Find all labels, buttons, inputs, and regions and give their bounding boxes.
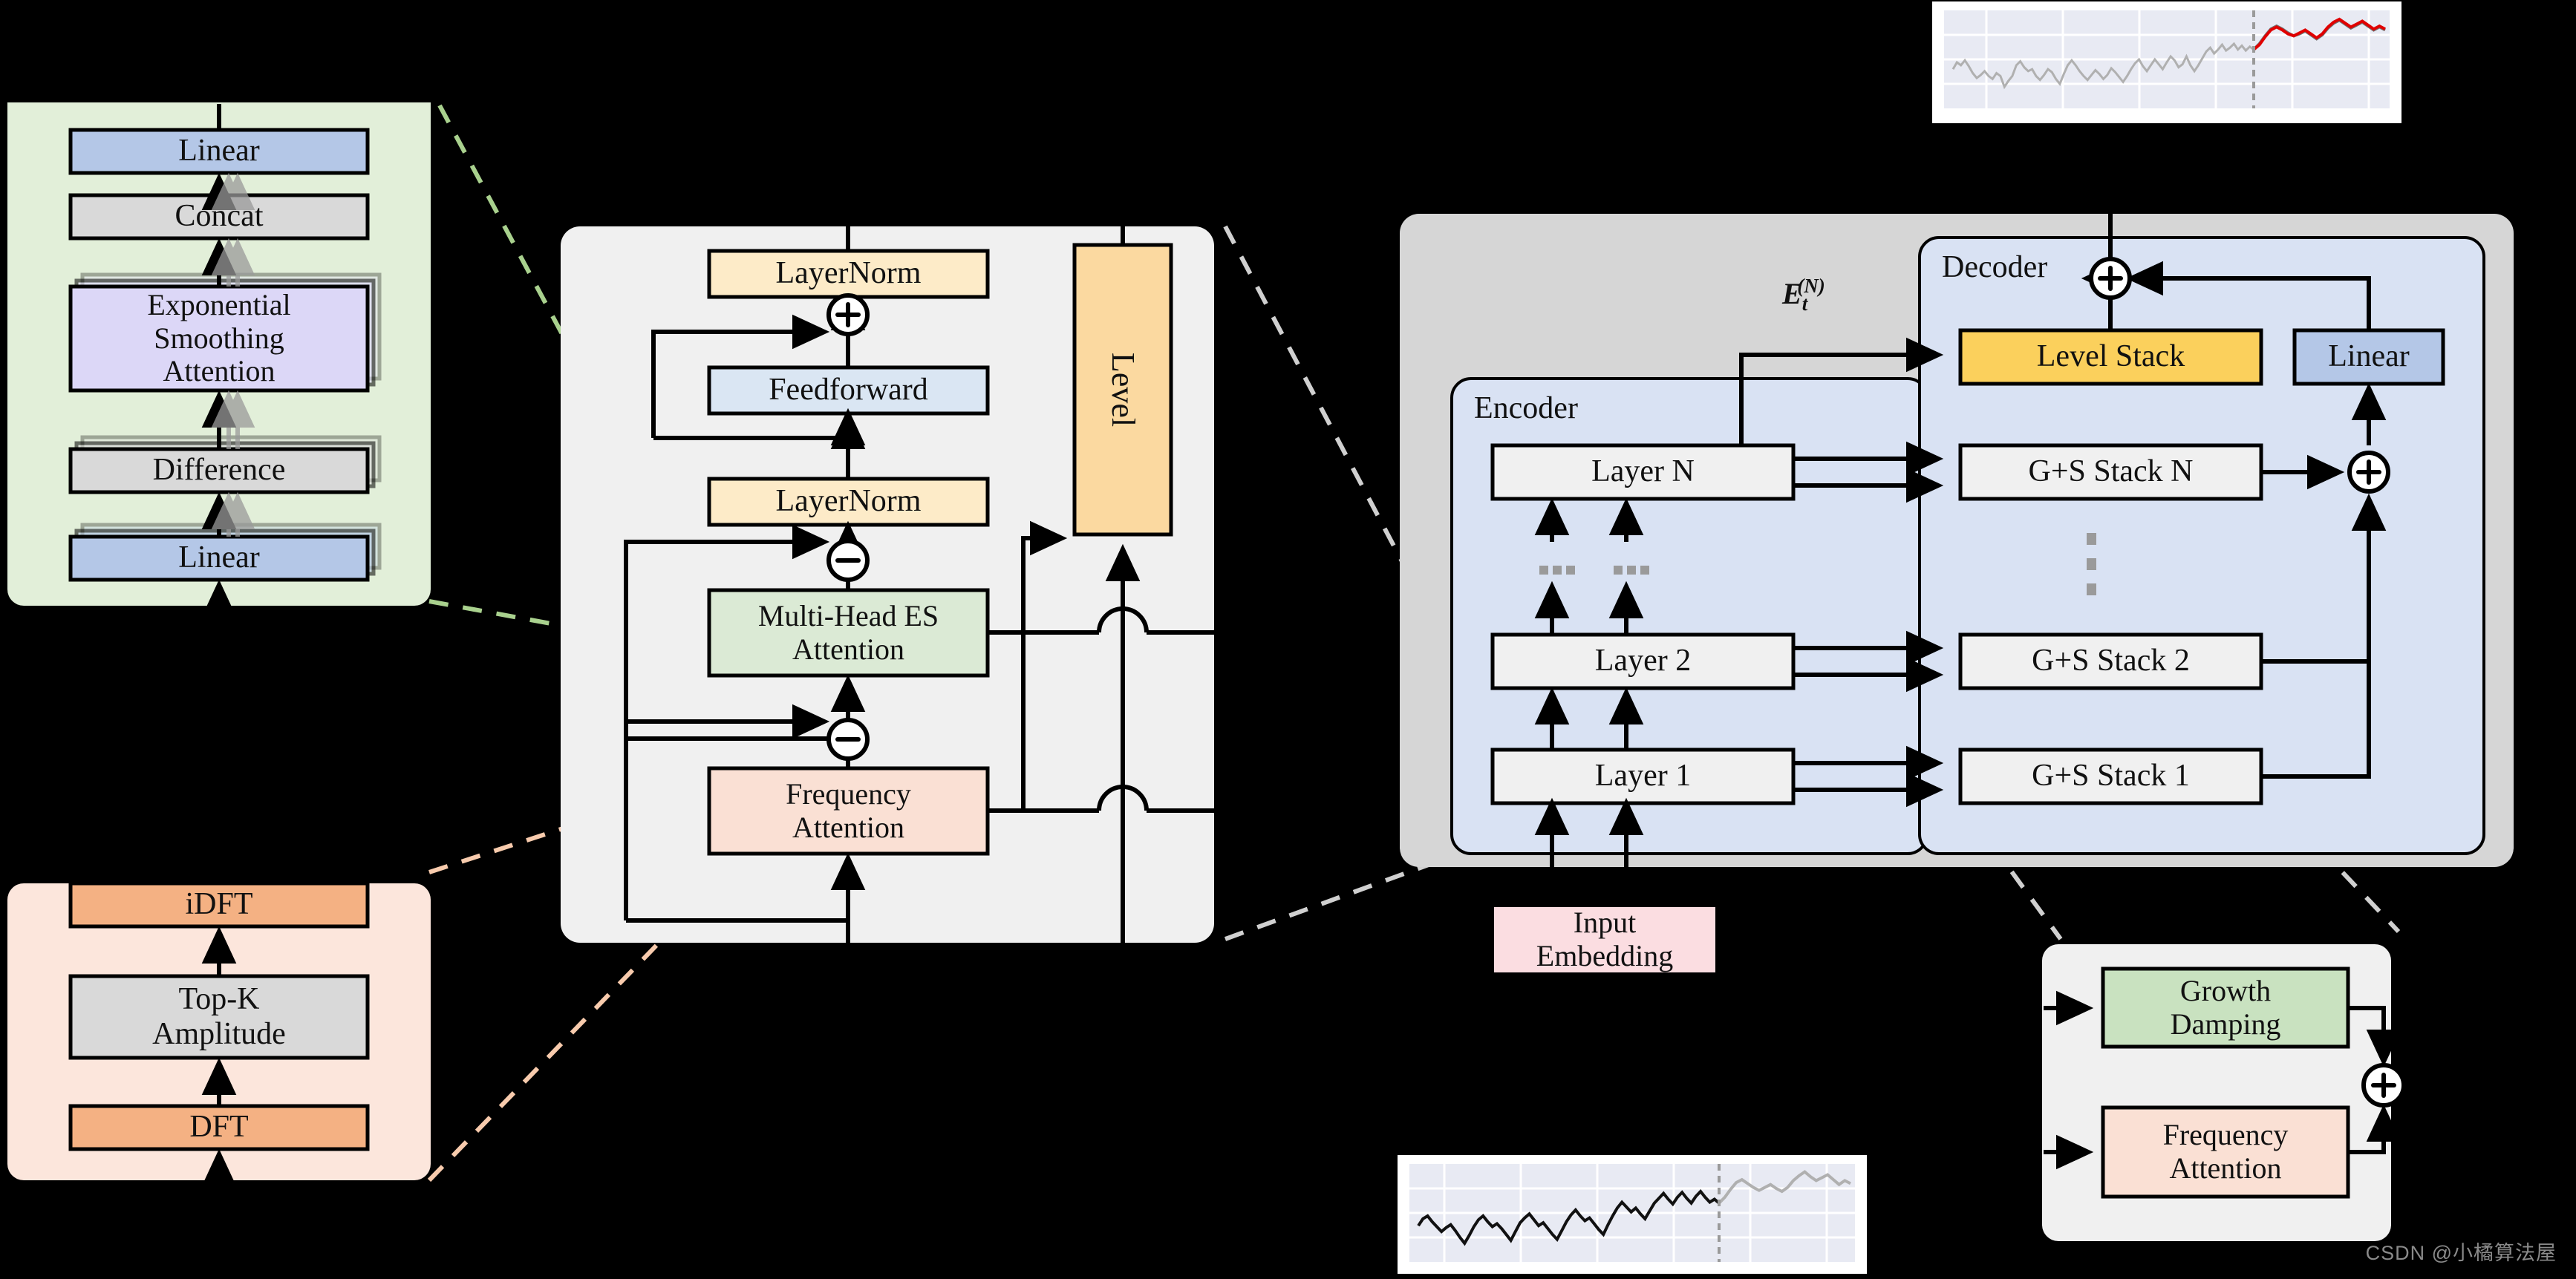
layernorm-top-box	[707, 249, 990, 299]
freq-attention-box-2	[2101, 1105, 2350, 1199]
encoder-layer-n-box	[1490, 443, 1796, 501]
input-chart-bottom	[1398, 1155, 1867, 1274]
decoder-linear-box	[2292, 328, 2445, 386]
watermark: CSDN @小橘算法屋	[2365, 1242, 2557, 1264]
input-embedding-box	[1494, 907, 1715, 972]
frequency-attention-box	[707, 766, 990, 856]
gs-stack-1-box	[1958, 748, 2263, 805]
layernorm-mid-box	[707, 477, 990, 527]
gs-stack-2-box	[1958, 632, 2263, 690]
forecast-chart-top	[1932, 1, 2401, 123]
feedforward-box	[707, 365, 990, 416]
level-stack-box	[1958, 328, 2263, 386]
encoder-layer-2-box	[1490, 632, 1796, 690]
mhes-attention-box	[707, 588, 990, 678]
growth-damping-box	[2101, 966, 2350, 1049]
diagram-canvas: Linear Concat Exponential Smoothing Atte…	[0, 0, 2576, 1279]
gs-stack-n-box	[1958, 443, 2263, 501]
encoder-output-label: Et(N)	[1782, 275, 1825, 315]
level-box	[1072, 243, 1173, 537]
encoder-layer-1-box	[1490, 748, 1796, 805]
encoder-output-superscript: (N)	[1797, 275, 1825, 297]
diagram-vector-layer	[7, 1, 2514, 1274]
